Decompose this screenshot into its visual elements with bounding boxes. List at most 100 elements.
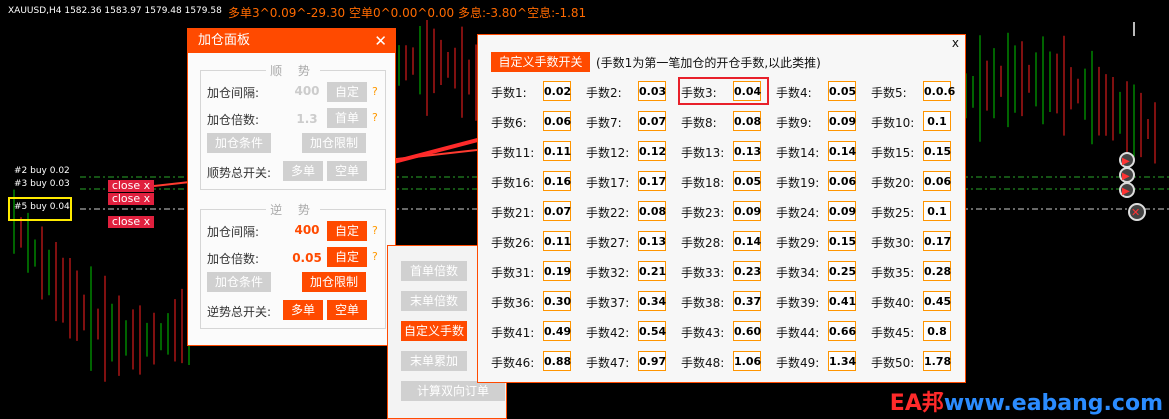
trend-short-button[interactable]: 空单 (327, 161, 367, 181)
lot-cell: 手数39: 0.41 (776, 291, 872, 313)
close-icon[interactable]: ✕ (374, 29, 387, 53)
lot-input[interactable]: 0.02 (543, 81, 571, 101)
close-trade-button[interactable]: close x (108, 193, 154, 205)
help-icon[interactable]: ? (372, 111, 378, 124)
counter-short-button[interactable]: 空单 (327, 300, 367, 320)
counter-condition-button[interactable]: 加仓条件 (207, 272, 271, 292)
lot-input[interactable]: 0.08 (733, 111, 761, 131)
lot-input[interactable]: 0.16 (543, 171, 571, 191)
lot-cell: 手数14: 0.14 (776, 141, 872, 163)
lot-input[interactable]: 0.15 (828, 231, 856, 251)
lot-cell: 手数22: 0.08 (586, 201, 682, 223)
lot-cell: 手数30: 0.17 (871, 231, 967, 253)
lot-input[interactable]: 0.54 (638, 321, 666, 341)
lot-input[interactable]: 0.03 (638, 81, 666, 101)
lot-cell: 手数46: 0.88 (491, 351, 587, 373)
lot-input[interactable]: 0.12 (638, 141, 666, 161)
menu-item-custom-lots[interactable]: 自定义手数 (401, 321, 467, 341)
counter-interval-custom-button[interactable]: 自定 (327, 221, 367, 241)
lot-input[interactable]: 0.19 (543, 261, 571, 281)
watermark-brand: EA邦 (889, 391, 944, 416)
lot-cell: 手数24: 0.09 (776, 201, 872, 223)
lot-input[interactable]: 0.0.6 (923, 81, 955, 101)
trend-interval-label: 加仓间隔: (207, 86, 260, 100)
help-icon[interactable]: ? (372, 85, 378, 98)
lot-input[interactable]: 0.66 (828, 321, 856, 341)
lot-input[interactable]: 0.09 (828, 201, 856, 221)
lot-input[interactable]: 0.05 (828, 81, 856, 101)
trend-group-title: 顺 势 (201, 62, 385, 79)
close-icon[interactable]: x (952, 36, 959, 50)
lot-input[interactable]: 0.13 (733, 141, 761, 161)
lot-input[interactable]: 0.60 (733, 321, 761, 341)
lot-label: 手数35: (871, 266, 915, 280)
lot-input[interactable]: 1.78 (923, 351, 951, 371)
close-trade-button[interactable]: close x (108, 216, 154, 228)
lot-input[interactable]: 0.1 (923, 201, 951, 221)
lot-label: 手数32: (586, 266, 630, 280)
lot-input[interactable]: 0.05 (733, 171, 761, 191)
lot-input[interactable]: 0.25 (828, 261, 856, 281)
lot-input[interactable]: 0.1 (923, 111, 951, 131)
counter-multiplier-value[interactable]: 0.05 (292, 251, 322, 265)
lot-input[interactable]: 0.8 (923, 321, 951, 341)
menu-item-first-multiplier[interactable]: 首单倍数 (401, 261, 467, 281)
lot-input[interactable]: 0.07 (543, 201, 571, 221)
lot-input[interactable]: 0.41 (828, 291, 856, 311)
trend-interval-custom-button[interactable]: 自定 (327, 82, 367, 102)
lot-input[interactable]: 0.06 (828, 171, 856, 191)
trend-multiplier-value[interactable]: 1.3 (292, 112, 322, 126)
counter-long-button[interactable]: 多单 (283, 300, 323, 320)
lot-label: 手数44: (776, 326, 820, 340)
lot-input[interactable]: 0.28 (923, 261, 951, 281)
help-icon[interactable]: ? (372, 224, 378, 237)
counter-interval-value[interactable]: 400 (292, 223, 322, 237)
lot-input[interactable]: 0.07 (638, 111, 666, 131)
trend-limit-button[interactable]: 加仓限制 (302, 133, 366, 153)
counter-multiplier-label: 加仓倍数: (207, 252, 260, 266)
trend-condition-button[interactable]: 加仓条件 (207, 133, 271, 153)
lot-label: 手数45: (871, 326, 915, 340)
lot-label: 手数36: (491, 296, 535, 310)
trend-interval-value[interactable]: 400 (292, 84, 322, 98)
lot-input[interactable]: 0.14 (828, 141, 856, 161)
lot-cell: 手数43: 0.60 (681, 321, 777, 343)
lot-input[interactable]: 0.15 (923, 141, 951, 161)
menu-item-last-multiplier[interactable]: 末单倍数 (401, 291, 467, 311)
lot-input[interactable]: 0.14 (733, 231, 761, 251)
lot-cell: 手数5: 0.0.6 (871, 81, 967, 103)
lot-input[interactable]: 0.17 (923, 231, 951, 251)
lot-input[interactable]: 0.13 (638, 231, 666, 251)
lot-input[interactable]: 0.11 (543, 231, 571, 251)
lot-input[interactable]: 0.08 (638, 201, 666, 221)
lot-input[interactable]: 0.17 (638, 171, 666, 191)
counter-multiplier-custom-button[interactable]: 自定 (327, 247, 367, 267)
lot-input[interactable]: 0.21 (638, 261, 666, 281)
trend-long-button[interactable]: 多单 (283, 161, 323, 181)
trend-first-order-button[interactable]: 首单 (327, 108, 367, 128)
custom-lots-toggle-button[interactable]: 自定义手数开关 (491, 52, 590, 72)
lot-input[interactable]: 0.30 (543, 291, 571, 311)
menu-item-last-accumulate[interactable]: 末单累加 (401, 351, 467, 371)
lot-input[interactable]: 0.37 (733, 291, 761, 311)
close-trade-button[interactable]: close x (108, 180, 154, 192)
lot-input[interactable]: 0.06 (543, 111, 571, 131)
lot-input[interactable]: 0.97 (638, 351, 666, 371)
menu-item-calc-both[interactable]: 计算双向订单 (401, 381, 505, 401)
trade-label-3: #3 buy 0.03 (14, 179, 70, 189)
lot-cell: 手数10: 0.1 (871, 111, 967, 133)
panel-header[interactable]: 加仓面板 ✕ (188, 29, 395, 53)
lot-input[interactable]: 0.49 (543, 321, 571, 341)
lot-input[interactable]: 1.34 (828, 351, 856, 371)
lot-input[interactable]: 0.23 (733, 261, 761, 281)
lot-input[interactable]: 0.09 (733, 201, 761, 221)
help-icon[interactable]: ? (372, 250, 378, 263)
lot-input[interactable]: 1.06 (733, 351, 761, 371)
lot-input[interactable]: 0.09 (828, 111, 856, 131)
lot-input[interactable]: 0.34 (638, 291, 666, 311)
lot-input[interactable]: 0.11 (543, 141, 571, 161)
lot-input[interactable]: 0.06 (923, 171, 951, 191)
counter-limit-button[interactable]: 加仓限制 (302, 272, 366, 292)
lot-input[interactable]: 0.45 (923, 291, 951, 311)
lot-input[interactable]: 0.88 (543, 351, 571, 371)
